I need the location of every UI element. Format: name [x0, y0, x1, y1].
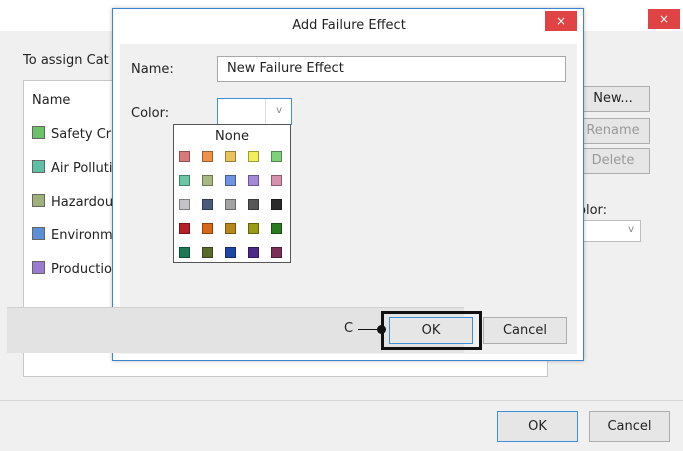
callout-highlight-box — [381, 311, 482, 350]
category-color-swatch — [32, 261, 45, 274]
palette-color-swatch[interactable] — [179, 151, 190, 162]
palette-none-option[interactable]: None — [174, 129, 290, 144]
list-item[interactable]: Air Polluti — [32, 160, 112, 176]
palette-color-swatch[interactable] — [248, 175, 259, 186]
instruction-text: To assign Cat — [23, 53, 109, 68]
name-label: Name: — [131, 62, 174, 77]
category-dialog-ok-button[interactable]: OK — [497, 411, 578, 442]
category-dialog-close-button[interactable]: × — [648, 9, 680, 29]
palette-color-swatch[interactable] — [225, 223, 236, 234]
new-category-button[interactable]: New... — [576, 86, 650, 112]
list-item[interactable]: Safety Crit — [32, 126, 120, 142]
cancel-button[interactable]: Cancel — [483, 317, 567, 344]
category-color-swatch — [32, 194, 45, 207]
category-dialog-footer — [0, 400, 683, 451]
list-header-name: Name — [32, 93, 71, 108]
palette-color-swatch[interactable] — [225, 151, 236, 162]
callout-label: C — [344, 321, 354, 336]
list-item[interactable]: Environme — [32, 227, 121, 243]
palette-color-swatch[interactable] — [248, 151, 259, 162]
palette-color-swatch[interactable] — [225, 199, 236, 210]
color-select[interactable]: v — [217, 98, 292, 125]
dialog-title: Add Failure Effect — [292, 18, 406, 33]
palette-color-swatch[interactable] — [202, 247, 213, 258]
category-color-swatch — [32, 160, 45, 173]
list-item-label: Productio — [51, 262, 112, 277]
palette-color-swatch[interactable] — [202, 175, 213, 186]
list-item[interactable]: Productio — [32, 261, 112, 277]
delete-category-button[interactable]: Delete — [576, 148, 650, 174]
palette-color-swatch[interactable] — [225, 175, 236, 186]
category-color-swatch — [32, 126, 45, 139]
palette-color-swatch[interactable] — [248, 223, 259, 234]
palette-color-swatch[interactable] — [248, 247, 259, 258]
list-item-label: Air Polluti — [51, 161, 113, 176]
color-palette-dropdown: None — [173, 124, 291, 263]
palette-color-swatch[interactable] — [271, 175, 282, 186]
dialog-close-button[interactable]: × — [545, 11, 577, 31]
palette-color-swatch[interactable] — [271, 223, 282, 234]
list-item-label: Environme — [51, 228, 121, 243]
rename-category-button[interactable]: Rename — [576, 118, 650, 144]
select-divider — [265, 99, 266, 124]
palette-color-swatch[interactable] — [202, 223, 213, 234]
palette-color-swatch[interactable] — [271, 151, 282, 162]
palette-color-swatch[interactable] — [179, 199, 190, 210]
category-color-select[interactable]: v — [578, 220, 641, 242]
palette-color-swatch[interactable] — [179, 247, 190, 258]
list-item[interactable]: Hazardou — [32, 194, 113, 210]
palette-color-swatch[interactable] — [271, 247, 282, 258]
chevron-down-icon: v — [276, 105, 282, 116]
palette-color-swatch[interactable] — [202, 151, 213, 162]
palette-color-swatch[interactable] — [248, 199, 259, 210]
callout-dot — [377, 325, 386, 334]
list-item-label: Hazardou — [51, 195, 114, 210]
palette-color-swatch[interactable] — [202, 199, 213, 210]
list-item-label: Safety Crit — [51, 127, 120, 142]
palette-color-swatch[interactable] — [271, 199, 282, 210]
chevron-down-icon: v — [628, 224, 634, 235]
category-dialog-cancel-button[interactable]: Cancel — [589, 411, 670, 442]
category-color-swatch — [32, 227, 45, 240]
palette-color-swatch[interactable] — [179, 175, 190, 186]
color-label: Color: — [131, 106, 170, 121]
palette-color-swatch[interactable] — [179, 223, 190, 234]
name-input[interactable]: New Failure Effect — [217, 56, 566, 82]
palette-color-swatch[interactable] — [225, 247, 236, 258]
